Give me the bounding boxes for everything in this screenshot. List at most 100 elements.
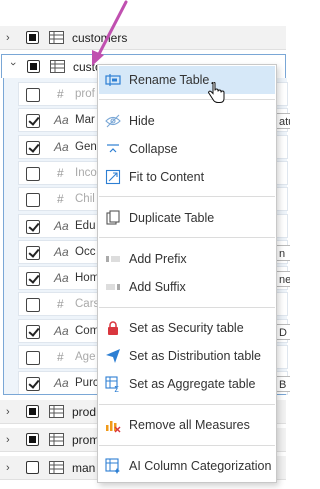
menu-item-add-prefix[interactable]: Add Prefix	[99, 245, 275, 273]
menu-item-label: Collapse	[129, 142, 178, 156]
menu-item-label: Rename Table	[129, 73, 210, 87]
text-type-icon: Aa	[54, 323, 69, 338]
text-type-icon: Aa	[54, 271, 69, 286]
column-name: prof	[75, 88, 95, 100]
table-name: prod	[72, 405, 97, 419]
menu-item-label: Set as Security table	[129, 321, 244, 335]
table-name: customers	[72, 31, 128, 45]
table-icon	[49, 405, 64, 418]
column-name: Hom	[75, 272, 100, 285]
menu-item-hide[interactable]: Hide	[99, 107, 275, 135]
menu-item-collapse[interactable]: Collapse	[99, 135, 275, 163]
add-prefix-icon	[106, 256, 120, 262]
column-checkbox[interactable]	[26, 166, 40, 181]
lock-icon	[108, 321, 118, 335]
menu-divider	[99, 445, 275, 446]
menu-item-rename-table[interactable]: Rename Table	[99, 66, 275, 94]
duplicate-icon	[106, 210, 120, 225]
column-edge-field[interactable]: ne	[276, 271, 290, 288]
menu-item-remove-measures[interactable]: Remove all Measures	[99, 411, 275, 439]
menu-divider	[99, 99, 275, 100]
menu-item-aggregate-table[interactable]: Σ Set as Aggregate table	[99, 370, 275, 398]
table-row-customers[interactable]: › customers	[0, 26, 286, 50]
menu-item-add-suffix[interactable]: Add Suffix	[99, 273, 275, 301]
chevron-right-icon[interactable]: ›	[6, 462, 16, 474]
menu-divider	[99, 404, 275, 405]
column-checkbox[interactable]	[26, 298, 40, 313]
column-name: Cars	[75, 298, 100, 311]
column-checkbox[interactable]	[26, 377, 40, 392]
chevron-down-icon[interactable]: ›	[7, 62, 19, 72]
chevron-right-icon[interactable]: ›	[6, 434, 16, 446]
menu-divider	[99, 237, 275, 238]
table-icon	[49, 433, 64, 446]
aggregate-icon: Σ	[105, 376, 119, 392]
column-name: Purc	[75, 377, 99, 390]
column-checkbox[interactable]	[26, 140, 40, 155]
menu-item-security-table[interactable]: Set as Security table	[99, 314, 275, 342]
table-checkbox[interactable]	[26, 405, 39, 418]
column-name: Occ	[75, 245, 96, 258]
text-type-icon: Aa	[54, 139, 69, 154]
menu-item-label: Remove all Measures	[129, 418, 250, 432]
chevron-right-icon[interactable]: ›	[6, 406, 16, 418]
menu-item-distribution-table[interactable]: Set as Distribution table	[99, 342, 275, 370]
menu-item-ai-column-categorization[interactable]: AI Column Categorization	[99, 452, 275, 480]
fit-content-icon	[105, 169, 121, 185]
menu-divider	[99, 196, 275, 197]
context-menu: Rename Table Hide Collapse Fit to Conten…	[97, 64, 277, 483]
send-icon	[106, 349, 120, 363]
column-checkbox[interactable]	[26, 245, 40, 260]
column-name: Chil	[75, 193, 95, 206]
table-checkbox[interactable]	[27, 60, 40, 73]
table-name: prom	[72, 433, 100, 447]
text-type-icon: Aa	[54, 244, 69, 259]
table-icon	[50, 60, 65, 73]
column-checkbox[interactable]	[26, 193, 40, 208]
table-checkbox[interactable]	[26, 461, 39, 474]
menu-item-label: Set as Distribution table	[129, 349, 262, 363]
table-name: man	[72, 461, 96, 475]
numeric-type-icon: #	[57, 350, 64, 364]
column-edge-field[interactable]: atu	[276, 113, 290, 130]
column-name: Gen	[75, 140, 97, 153]
table-checkbox[interactable]	[26, 31, 39, 44]
hand-cursor-icon	[207, 82, 225, 103]
menu-item-label: Add Suffix	[129, 280, 186, 294]
column-checkbox[interactable]	[26, 351, 40, 365]
menu-item-label: AI Column Categorization	[129, 459, 272, 473]
column-checkbox[interactable]	[26, 219, 40, 234]
ai-categorize-icon	[105, 458, 120, 474]
column-edge-field[interactable]: B	[276, 376, 290, 393]
column-checkbox[interactable]	[26, 114, 40, 129]
column-name: Age	[75, 351, 96, 363]
collapse-icon	[107, 144, 119, 153]
menu-item-label: Add Prefix	[129, 252, 187, 266]
menu-item-duplicate-table[interactable]: Duplicate Table	[99, 204, 275, 232]
chevron-right-icon[interactable]: ›	[6, 32, 16, 44]
rename-icon	[105, 74, 121, 86]
menu-item-label: Fit to Content	[129, 170, 205, 184]
column-checkbox[interactable]	[26, 88, 40, 102]
numeric-type-icon: #	[57, 192, 64, 207]
remove-measures-icon	[106, 421, 121, 433]
add-suffix-icon	[106, 284, 120, 290]
menu-item-label: Hide	[129, 114, 155, 128]
column-name: Inco	[75, 166, 97, 179]
svg-text:Σ: Σ	[114, 385, 119, 392]
column-edge-field[interactable]: D	[276, 323, 290, 340]
numeric-type-icon: #	[57, 87, 64, 101]
numeric-type-icon: #	[57, 297, 64, 312]
column-edge-field[interactable]: n	[276, 244, 290, 261]
text-type-icon: Aa	[54, 113, 69, 128]
menu-divider	[99, 307, 275, 308]
eye-slash-icon	[105, 114, 121, 128]
menu-item-fit-to-content[interactable]: Fit to Content	[99, 163, 275, 191]
menu-item-label: Set as Aggregate table	[129, 377, 256, 391]
table-checkbox[interactable]	[26, 433, 39, 446]
column-checkbox[interactable]	[26, 324, 40, 339]
column-name: Mar	[75, 114, 95, 127]
table-icon	[49, 31, 64, 44]
column-checkbox[interactable]	[26, 272, 40, 287]
table-icon	[49, 461, 64, 474]
